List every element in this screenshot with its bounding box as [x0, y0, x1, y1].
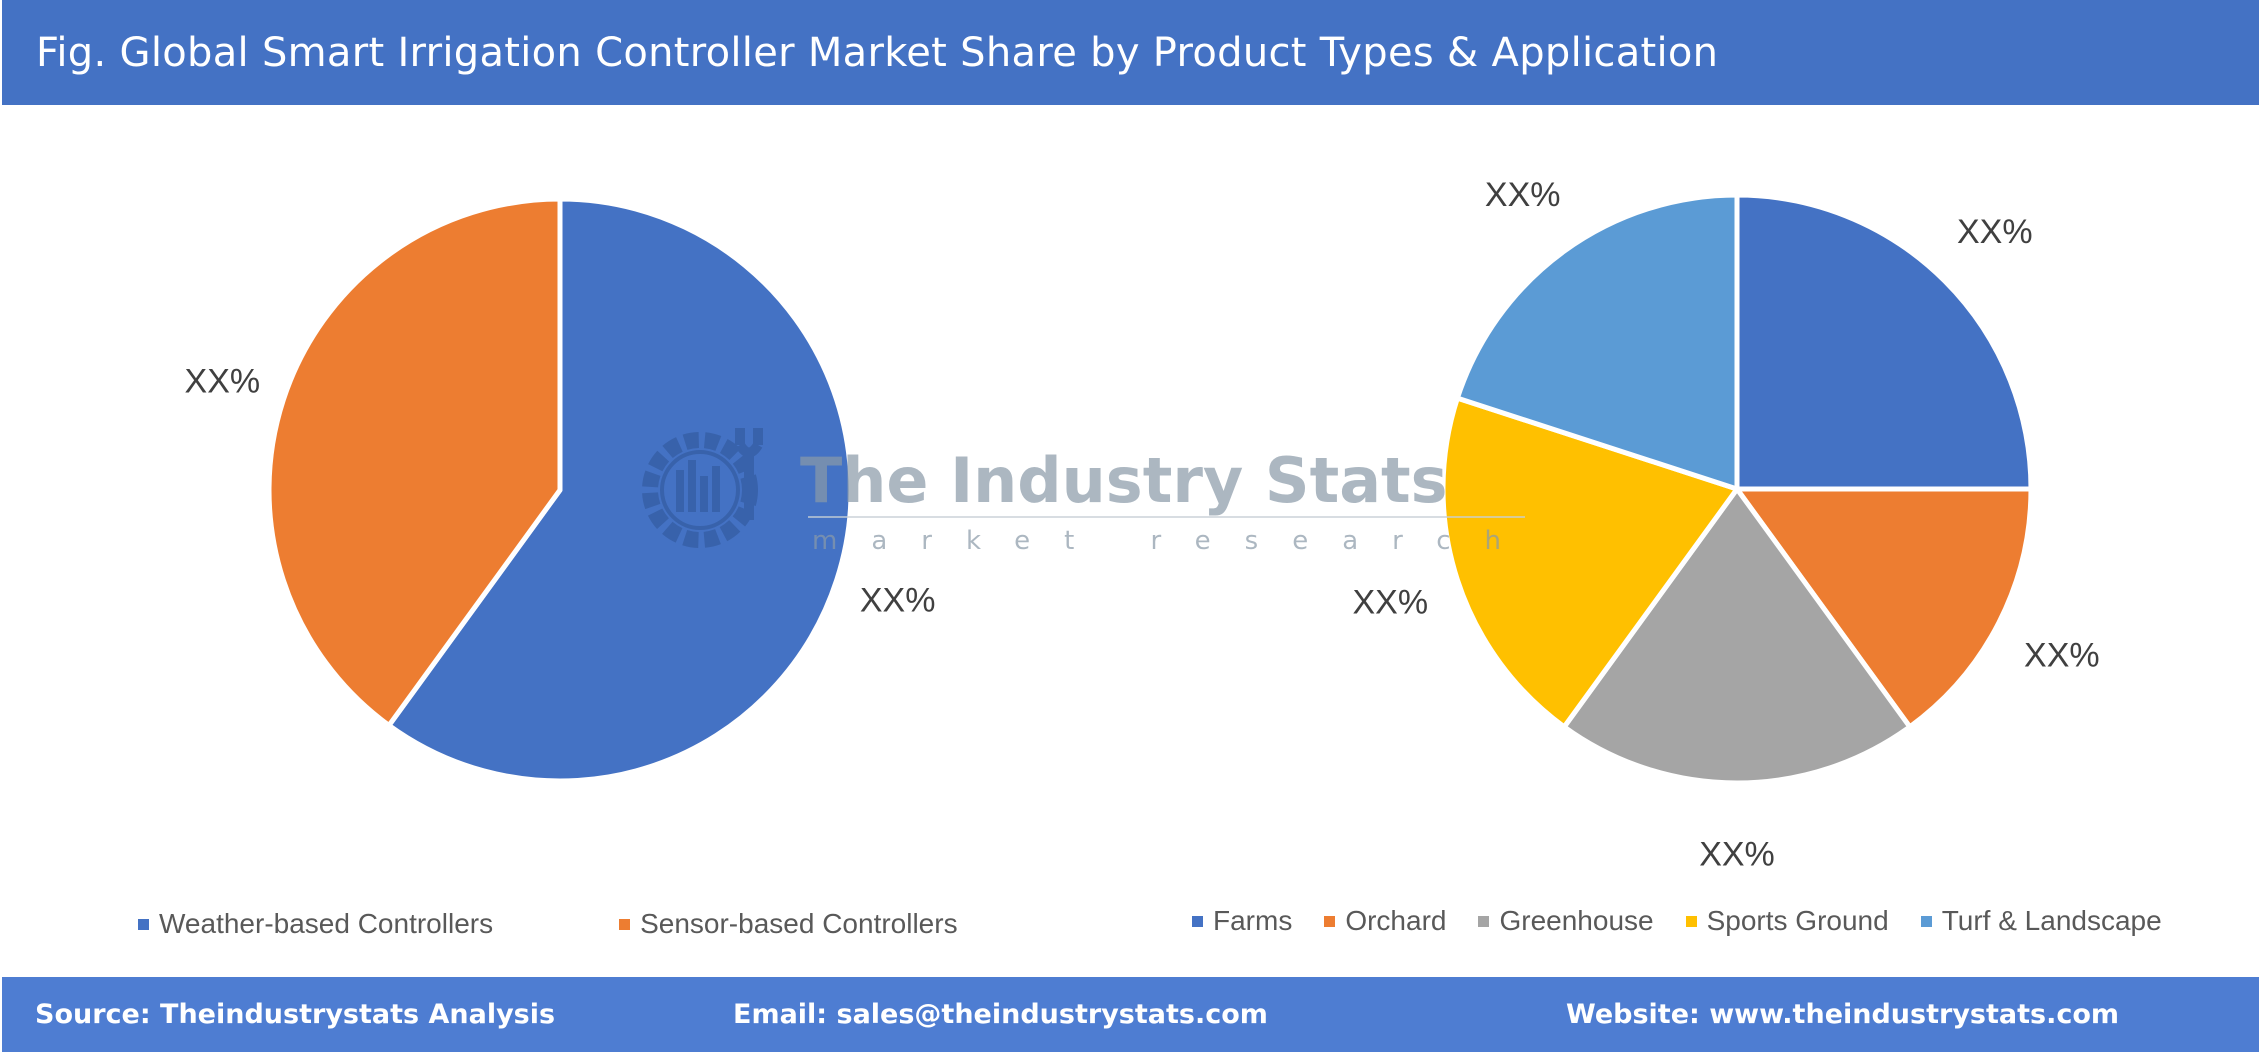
legend-item: Greenhouse [1478, 905, 1654, 937]
legend-label: Farms [1213, 905, 1293, 936]
data-label: XX% [2024, 637, 2100, 675]
legend-item: Farms [1192, 905, 1292, 937]
legend-item: Turf & Landscape [1920, 905, 2162, 937]
legend-application: Farms Orchard Greenhouse Sports Ground T… [1192, 905, 2194, 937]
legend-item: Weather-based Controllers [138, 908, 493, 940]
legend-label: Greenhouse [1499, 905, 1654, 936]
legend-label: Turf & Landscape [1941, 905, 2162, 936]
legend-label: Weather-based Controllers [159, 908, 494, 939]
legend-item: Sensor-based Controllers [619, 908, 958, 940]
data-label: XX% [860, 582, 936, 620]
legend-swatch-icon [138, 918, 149, 930]
footer-email[interactable]: Email: sales@theindustrystats.com [733, 999, 1268, 1030]
legend-label: Orchard [1345, 905, 1447, 936]
legend-swatch-icon [1685, 915, 1697, 927]
legend-product-types: Weather-based Controllers Sensor-based C… [138, 908, 1084, 940]
data-label: XX% [1957, 213, 2033, 251]
pie-chart-application: XX% XX% XX% XX% XX% [1352, 176, 2099, 873]
footer-source: Source: Theindustrystats Analysis [35, 999, 556, 1030]
watermark-title: The Industry Stats [800, 444, 1448, 517]
legend-label: Sports Ground [1706, 905, 1889, 936]
data-label: XX% [1352, 584, 1428, 622]
footer-website[interactable]: Website: www.theindustrystats.com [1566, 999, 2119, 1030]
legend-item: Orchard [1324, 905, 1446, 937]
legend-swatch-icon [1920, 915, 1932, 927]
footer-bar: Source: Theindustrystats Analysis Email:… [2, 977, 2259, 1052]
watermark-subtitle: market research [812, 526, 1535, 556]
legend-label: Sensor-based Controllers [640, 908, 958, 939]
data-label: XX% [1485, 176, 1561, 214]
legend-swatch-icon [619, 918, 631, 930]
data-label: XX% [1699, 836, 1775, 874]
legend-item: Sports Ground [1685, 905, 1889, 937]
legend-swatch-icon [1192, 915, 1203, 927]
legend-swatch-icon [1478, 915, 1490, 927]
data-label: XX% [185, 362, 261, 400]
charts-canvas: XX% XX% XX% XX% XX% XX% XX% The Industry Stat… [185, 176, 2100, 873]
legend-swatch-icon [1324, 915, 1336, 927]
